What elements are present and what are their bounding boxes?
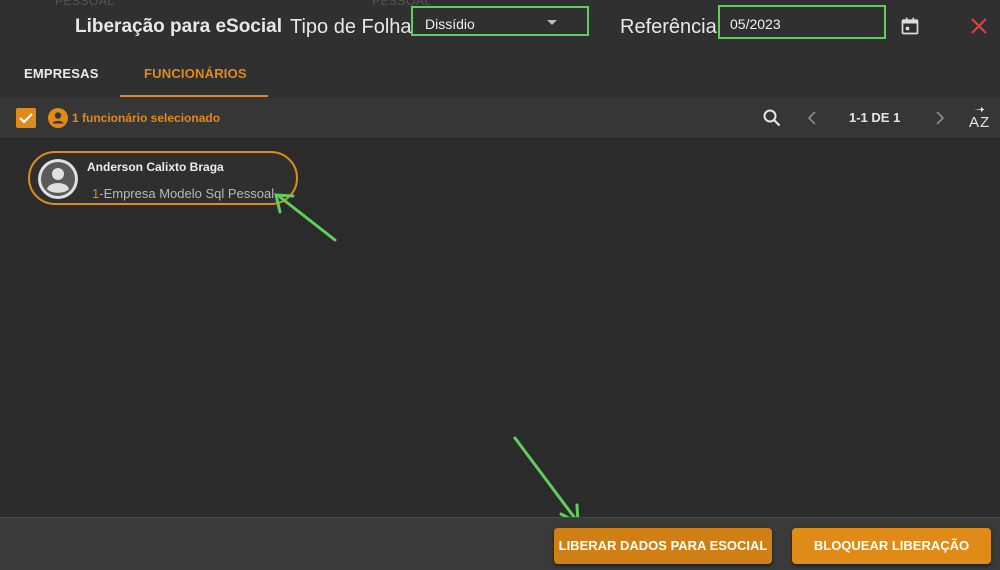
tab-funcionarios[interactable]: FUNCIONÁRIOS xyxy=(144,66,247,81)
selection-count: 1 funcionário selecionado xyxy=(72,111,221,125)
calendar-icon[interactable] xyxy=(900,16,920,36)
chevron-right-icon[interactable] xyxy=(933,109,947,127)
annotation-arrow-employee xyxy=(278,195,337,242)
person-circle-icon xyxy=(48,108,68,128)
avatar xyxy=(38,159,78,199)
bloquear-liberacao-button[interactable]: BLOQUEAR LIBERAÇÃO xyxy=(792,528,991,564)
dialog-title: Liberação para eSocial xyxy=(75,16,282,37)
list-toolbar: 1 funcionário selecionado 1-1 DE 1 A Z xyxy=(0,98,1000,139)
liberar-dados-button[interactable]: LIBERAR DADOS PARA ESOCIAL xyxy=(554,528,772,564)
chevron-left-icon[interactable] xyxy=(805,109,819,127)
select-all-checkbox[interactable] xyxy=(16,108,36,128)
employee-name: Anderson Calixto Braga xyxy=(87,160,224,174)
search-icon[interactable] xyxy=(762,108,782,128)
referencia-value: 05/2023 xyxy=(730,16,781,32)
referencia-input[interactable]: 05/2023 xyxy=(718,5,886,39)
sort-az-icon[interactable]: A Z xyxy=(968,106,992,130)
tab-empresas[interactable]: EMPRESAS xyxy=(24,66,99,81)
dialog-header: PESSOAL PESSOAL Liberação para eSocial T… xyxy=(0,0,1000,52)
person-avatar-icon xyxy=(41,162,75,196)
caret-down-icon xyxy=(547,20,557,25)
employee-card[interactable]: Anderson Calixto Braga 1-Empresa Modelo … xyxy=(28,151,298,205)
svg-text:A: A xyxy=(969,114,979,130)
svg-text:Z: Z xyxy=(980,114,989,130)
employee-company: 1-Empresa Modelo Sql Pessoal xyxy=(92,186,274,201)
check-icon xyxy=(19,113,33,124)
tipo-folha-value: Dissídio xyxy=(425,16,475,32)
tab-bar: EMPRESAS FUNCIONÁRIOS xyxy=(0,52,1000,99)
company-name: -Empresa Modelo Sql Pessoal xyxy=(99,186,275,201)
background-ghost-text: PESSOAL xyxy=(55,0,115,8)
dialog-footer: LIBERAR DADOS PARA ESOCIAL BLOQUEAR LIBE… xyxy=(0,517,1000,570)
tipo-folha-select[interactable]: Dissídio xyxy=(411,6,589,36)
active-tab-indicator xyxy=(120,95,268,97)
tipo-folha-label: Tipo de Folha xyxy=(290,16,412,38)
referencia-label: Referência xyxy=(620,16,717,38)
annotation-arrow-button xyxy=(513,436,579,523)
close-icon[interactable] xyxy=(970,17,988,35)
pagination-info: 1-1 DE 1 xyxy=(849,110,901,125)
